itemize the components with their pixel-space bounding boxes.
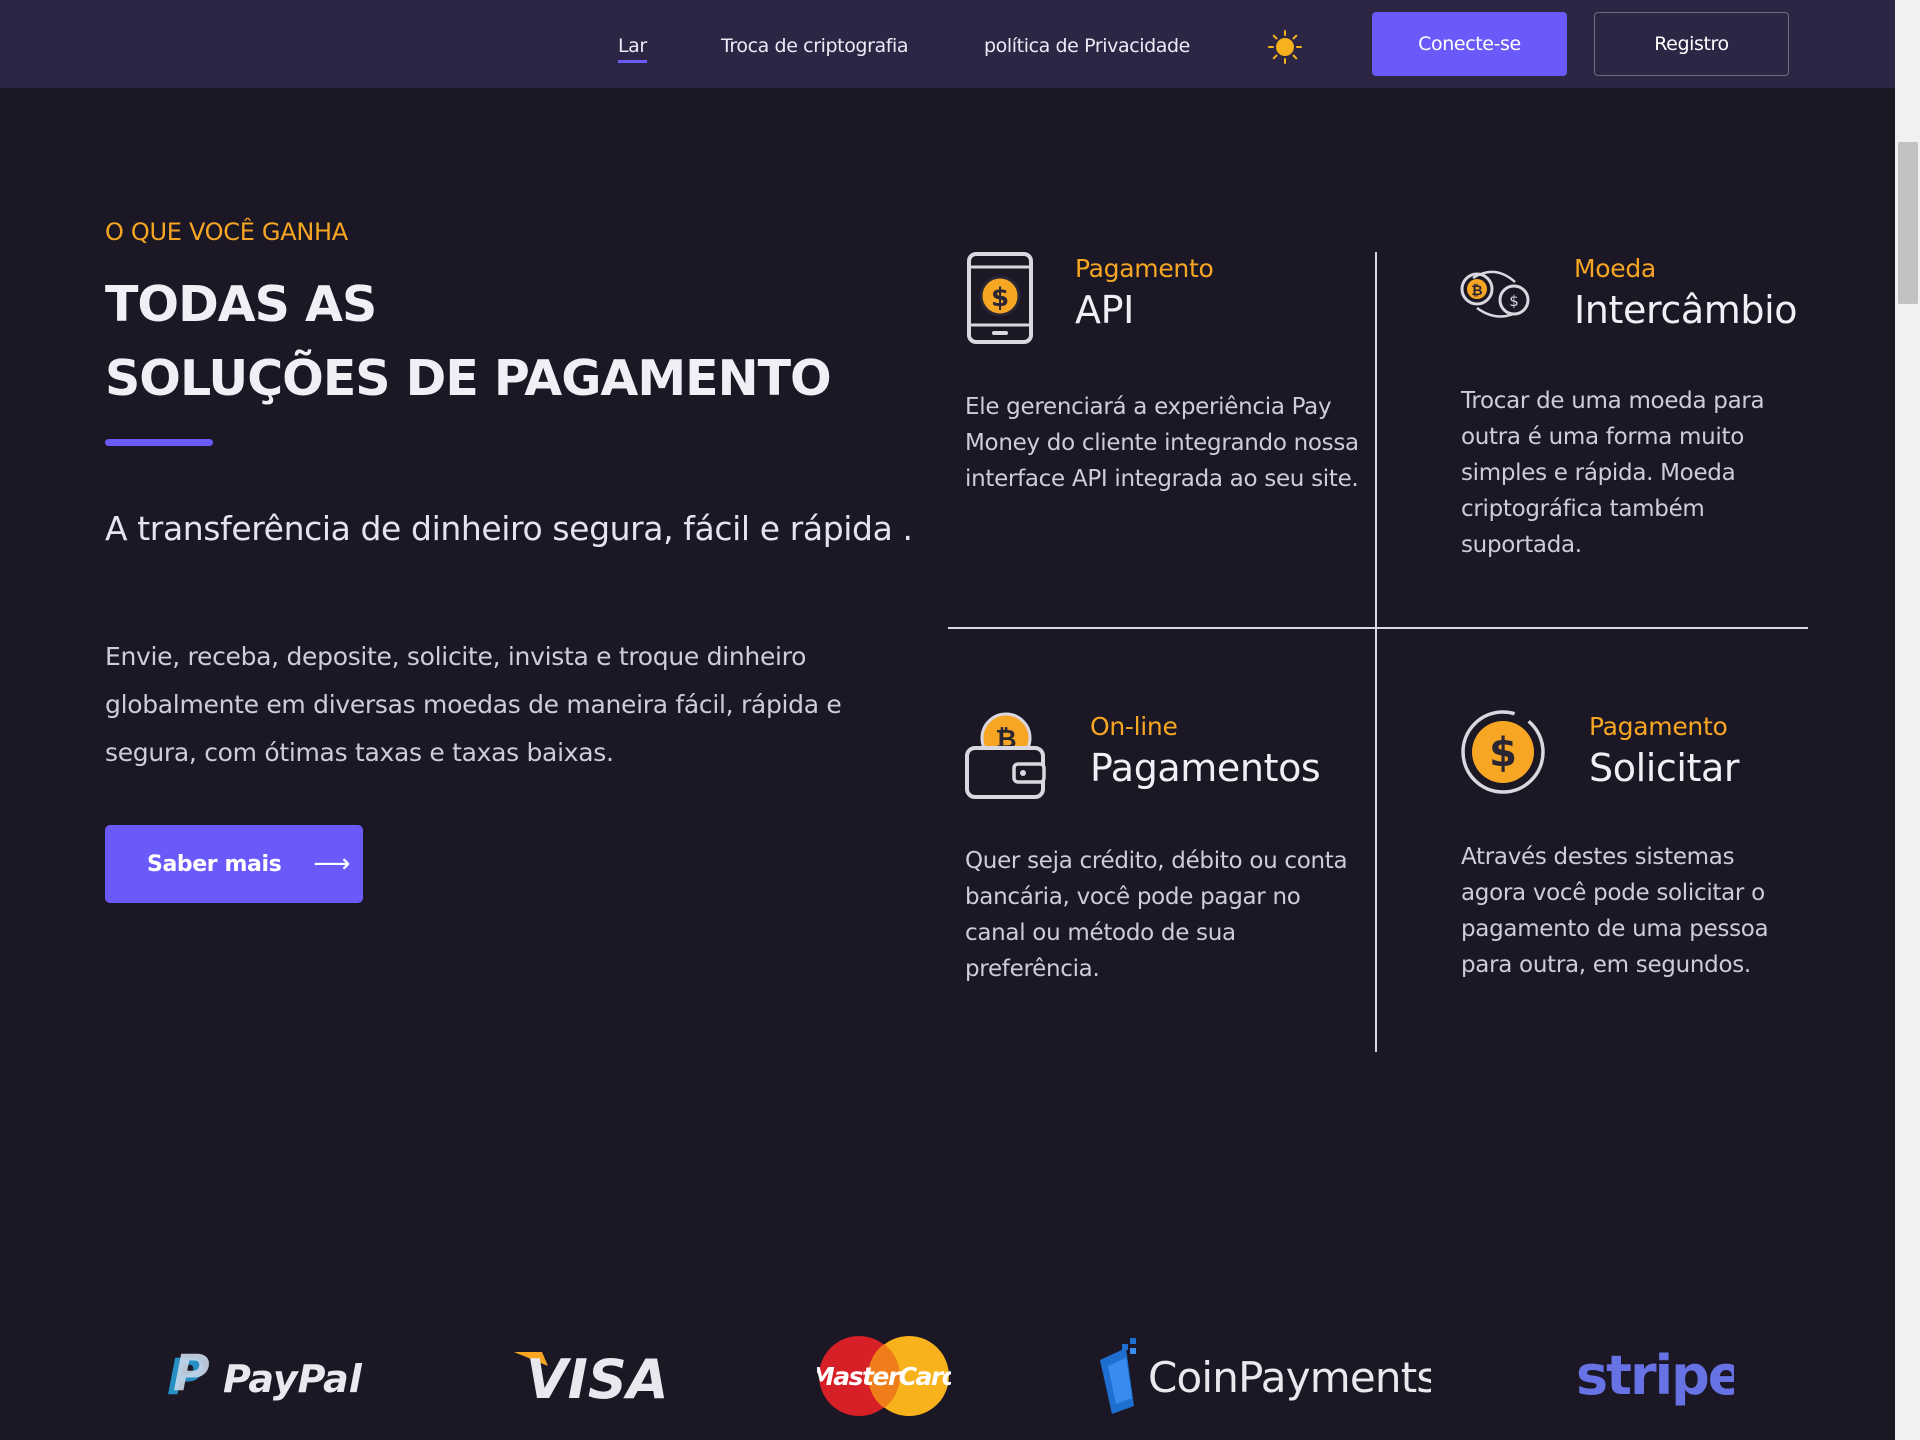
grid-divider-vertical (1375, 252, 1377, 1052)
stripe-logo-text: stripe (1576, 1344, 1734, 1407)
feature-api-description: Ele gerenciará a experiência Pay Money d… (965, 394, 1359, 492)
page-scrollbar-thumb[interactable] (1898, 142, 1918, 304)
visa-logo-text: VISA (526, 1348, 669, 1406)
feature-online-kicker: On-line (1090, 712, 1178, 741)
feature-request-description: Através destes sistemas agora você pode … (1461, 844, 1769, 978)
mastercard-logo: MasterCard (817, 1336, 951, 1416)
nav-link-home[interactable]: Lar (618, 35, 647, 63)
feature-exchange-description: Trocar de uma moeda para outra é uma for… (1461, 388, 1765, 558)
feature-request-kicker: Pagamento (1589, 712, 1728, 741)
feature-api-kicker: Pagamento (1075, 254, 1214, 283)
feature-online-title: Pagamentos (1090, 746, 1321, 790)
coinpayments-logo-text: CoinPayments (1148, 1353, 1431, 1402)
visa-logo: VISA (514, 1348, 669, 1406)
feature-api-title: API (1075, 288, 1134, 332)
svg-text:P: P (173, 1348, 210, 1402)
feature-online-description: Quer seja crédito, débito ou conta bancá… (965, 848, 1348, 982)
coinpayments-logo: CoinPayments (1100, 1338, 1431, 1414)
svg-text:$: $ (991, 283, 1009, 313)
section-description: Envie, receba, deposite, solicite, invis… (105, 642, 842, 767)
register-button[interactable]: Registro (1594, 12, 1789, 76)
wallet-bitcoin-icon: ₿ (965, 712, 1046, 799)
section-subheading: A transferência de dinheiro segura, fáci… (105, 509, 913, 548)
paypal-logo: P P PayPal (167, 1348, 363, 1404)
login-button[interactable]: Conecte-se (1372, 12, 1567, 76)
svg-text:PayPal: PayPal (223, 1357, 363, 1401)
nav-link-privacy-policy[interactable]: política de Privacidade (984, 35, 1190, 57)
section-eyebrow: O QUE VOCÊ GANHA (105, 218, 348, 246)
svg-text:$: $ (1489, 730, 1517, 776)
top-navbar: Lar Troca de criptografia política de Pr… (0, 0, 1895, 88)
page-title-line-1: TODAS AS (105, 276, 377, 333)
phone-dollar-icon: $ (967, 252, 1033, 344)
arrow-right-icon: ⟶ (313, 849, 351, 879)
svg-text:$: $ (1509, 292, 1519, 310)
feature-exchange-title: Intercâmbio (1574, 288, 1798, 332)
grid-divider-horizontal (948, 627, 1808, 629)
feature-exchange-kicker: Moeda (1574, 254, 1656, 283)
mastercard-logo-text: MasterCard (817, 1362, 951, 1391)
nav-link-crypto-exchange[interactable]: Troca de criptografia (721, 35, 909, 57)
stripe-logo: stripe (1576, 1344, 1734, 1407)
sun-icon[interactable] (1268, 30, 1302, 64)
svg-text:₿: ₿ (1471, 283, 1482, 299)
dollar-coin-icon: $ (1461, 710, 1545, 794)
learn-more-button[interactable]: Saber mais ⟶ (105, 825, 363, 903)
title-accent-bar (105, 439, 213, 446)
learn-more-label: Saber mais (147, 851, 282, 877)
feature-request-title: Solicitar (1589, 746, 1740, 790)
coin-exchange-icon: ₿ $ (1460, 270, 1530, 318)
page-title-line-2: SOLUÇÕES DE PAGAMENTO (105, 350, 832, 407)
paypal-logo-text: PayPal (223, 1357, 363, 1401)
page-title: TODAS AS SOLUÇÕES DE PAGAMENTO (105, 268, 865, 416)
